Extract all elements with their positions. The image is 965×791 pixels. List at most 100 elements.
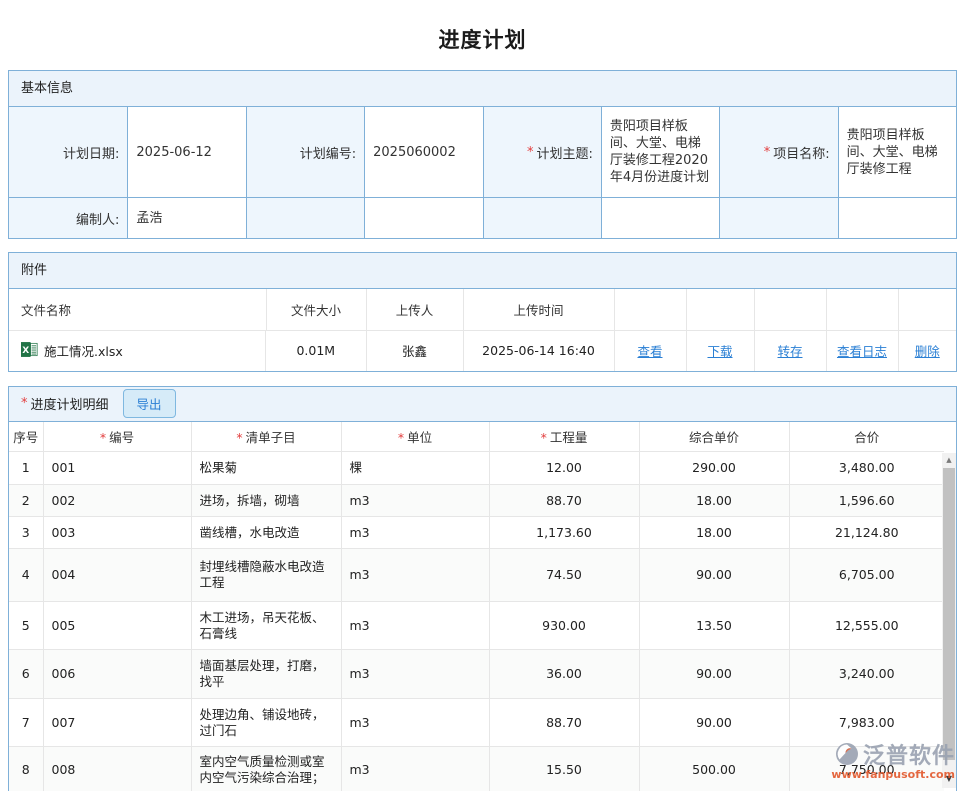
attachments-column-header — [826, 289, 898, 330]
detail-cell: m3 — [341, 517, 489, 549]
attachment-action-cell: 下载 — [686, 330, 754, 371]
basic-info-field-label — [483, 198, 601, 238]
detail-row: 7007处理边角、铺设地砖，过门石m388.7090.007,983.00 — [9, 699, 944, 747]
required-marker: * — [541, 430, 547, 445]
delete-link[interactable]: 删除 — [915, 344, 940, 359]
download-link[interactable]: 下载 — [707, 344, 732, 359]
attachments-column-header: 上传时间 — [463, 289, 614, 330]
detail-cell: 90.00 — [639, 549, 789, 602]
detail-cell: 棵 — [341, 452, 489, 485]
view-log-link[interactable]: 查看日志 — [837, 344, 887, 359]
attachments-column-header — [754, 289, 826, 330]
scrollbar-thumb[interactable] — [943, 468, 955, 760]
basic-info-field-value — [601, 198, 719, 238]
basic-info-field-label — [719, 198, 837, 238]
detail-cell: 90.00 — [639, 699, 789, 747]
detail-row: 3003凿线槽，水电改造m31,173.6018.0021,124.80 — [9, 517, 944, 549]
basic-info-field-value: 贵阳项目样板间、大堂、电梯厅装修工程 — [838, 107, 956, 198]
required-marker: * — [398, 430, 404, 445]
attachment-action-cell: 查看日志 — [826, 330, 898, 371]
detail-cell: 3 — [9, 517, 43, 549]
details-column-header: *编号 — [43, 422, 191, 452]
scroll-down-arrow-icon[interactable]: ▼ — [942, 774, 956, 784]
details-column-header: 合价 — [789, 422, 944, 452]
basic-info-field-value: 孟浩 — [127, 198, 245, 238]
detail-cell: 18.00 — [639, 485, 789, 517]
vertical-scrollbar[interactable]: ▲ ▼ — [942, 453, 956, 788]
detail-cell: 13.50 — [639, 602, 789, 650]
svg-text:X: X — [22, 346, 29, 356]
detail-row: 8008室内空气质量检测或室内空气污染综合治理；m315.50500.007,7… — [9, 747, 944, 791]
attachments-section: 附件 文件名称文件大小上传人上传时间 X施工情况.xlsx0.01M张鑫2025… — [8, 252, 957, 372]
basic-info-field-value — [838, 198, 956, 238]
detail-cell: 002 — [43, 485, 191, 517]
detail-cell: 凿线槽，水电改造 — [191, 517, 341, 549]
attachment-upload-time: 2025-06-14 16:40 — [463, 330, 614, 371]
attachments-column-header: 文件大小 — [266, 289, 366, 330]
attachments-header: 附件 — [9, 253, 956, 289]
detail-cell: 18.00 — [639, 517, 789, 549]
attachment-row: X施工情况.xlsx0.01M张鑫2025-06-14 16:40查看下载转存查… — [9, 330, 956, 371]
attachment-file-size: 0.01M — [266, 330, 366, 371]
detail-cell: 松果菊 — [191, 452, 341, 485]
required-marker: * — [100, 430, 106, 445]
page: 进度计划 基本信息 计划日期:2025-06-12计划编号:2025060002… — [0, 0, 965, 791]
detail-cell: 008 — [43, 747, 191, 791]
scroll-up-arrow-icon[interactable]: ▲ — [942, 453, 956, 467]
attachments-column-header: 上传人 — [366, 289, 463, 330]
basic-info-section: 基本信息 计划日期:2025-06-12计划编号:2025060002*计划主题… — [8, 70, 957, 239]
detail-row: 6006墙面基层处理，打磨，找平m336.0090.003,240.00 — [9, 650, 944, 699]
attachment-file-cell: X 施工情况.xlsx — [9, 331, 266, 371]
detail-cell: 005 — [43, 602, 191, 650]
detail-cell: 2 — [9, 485, 43, 517]
detail-cell: m3 — [341, 650, 489, 699]
detail-cell: 74.50 — [489, 549, 639, 602]
transfer-save-link[interactable]: 转存 — [777, 344, 802, 359]
basic-info-field-label: 计划日期: — [9, 107, 127, 198]
basic-info-field-label: *计划主题: — [483, 107, 601, 198]
attachment-file-name: 施工情况.xlsx — [44, 341, 123, 360]
basic-info-field-value — [364, 198, 482, 238]
details-header: * 进度计划明细 导出 — [9, 387, 956, 422]
detail-cell: 6 — [9, 650, 43, 699]
detail-row: 2002进场，拆墙，砌墙m388.7018.001,596.60 — [9, 485, 944, 517]
detail-cell: 001 — [43, 452, 191, 485]
basic-info-field-label — [246, 198, 364, 238]
detail-cell: 处理边角、铺设地砖，过门石 — [191, 699, 341, 747]
detail-cell: 7 — [9, 699, 43, 747]
detail-cell: 36.00 — [489, 650, 639, 699]
required-marker: * — [21, 396, 28, 411]
page-title: 进度计划 — [8, 0, 957, 70]
attachments-column-header — [614, 289, 686, 330]
export-button[interactable]: 导出 — [123, 389, 176, 418]
attachment-action-cell: 转存 — [754, 330, 826, 371]
detail-cell: m3 — [341, 485, 489, 517]
detail-cell: 500.00 — [639, 747, 789, 791]
details-column-header: *单位 — [341, 422, 489, 452]
detail-cell: m3 — [341, 602, 489, 650]
detail-cell: 930.00 — [489, 602, 639, 650]
detail-cell: 3,480.00 — [789, 452, 944, 485]
detail-cell: 7,983.00 — [789, 699, 944, 747]
detail-row: 5005木工进场，吊天花板、石膏线m3930.0013.5012,555.00 — [9, 602, 944, 650]
detail-cell: 7,750.00 — [789, 747, 944, 791]
basic-info-field-value: 2025-06-12 — [127, 107, 245, 198]
detail-cell: 15.50 — [489, 747, 639, 791]
basic-info-field-value: 贵阳项目样板间、大堂、电梯厅装修工程2020年4月份进度计划 — [601, 107, 719, 198]
basic-info-field-label: *项目名称: — [719, 107, 837, 198]
detail-cell: 004 — [43, 549, 191, 602]
view-link[interactable]: 查看 — [637, 344, 662, 359]
detail-row: 1001松果菊棵12.00290.003,480.00 — [9, 452, 944, 485]
detail-cell: 88.70 — [489, 699, 639, 747]
detail-cell: 8 — [9, 747, 43, 791]
attachments-table: 文件名称文件大小上传人上传时间 X施工情况.xlsx0.01M张鑫2025-06… — [9, 289, 956, 371]
detail-cell: 007 — [43, 699, 191, 747]
details-column-header: 综合单价 — [639, 422, 789, 452]
basic-info-grid: 计划日期:2025-06-12计划编号:2025060002*计划主题:贵阳项目… — [9, 107, 956, 238]
excel-file-icon: X — [21, 341, 38, 361]
details-column-header: *工程量 — [489, 422, 639, 452]
detail-cell: 6,705.00 — [789, 549, 944, 602]
details-column-header: 序号 — [9, 422, 43, 452]
basic-info-field-value: 2025060002 — [364, 107, 482, 198]
required-marker: * — [236, 430, 242, 445]
